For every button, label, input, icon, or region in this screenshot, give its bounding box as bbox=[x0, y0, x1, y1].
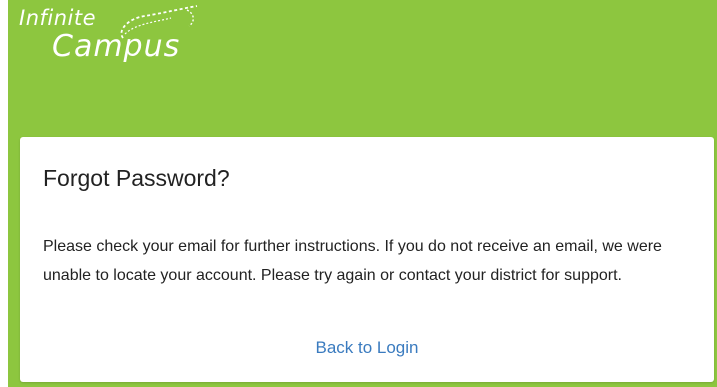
logo-text-campus: Campus bbox=[52, 29, 181, 64]
back-to-login-link[interactable]: Back to Login bbox=[20, 337, 714, 359]
instructions-message: Please check your email for further inst… bbox=[43, 238, 662, 284]
infinite-campus-logo: Infinite Campus bbox=[19, 4, 209, 66]
forgot-password-card: Forgot Password? Please check your email… bbox=[20, 137, 714, 382]
page-title: Forgot Password? bbox=[43, 165, 230, 191]
logo-text-infinite: Infinite bbox=[19, 6, 97, 30]
